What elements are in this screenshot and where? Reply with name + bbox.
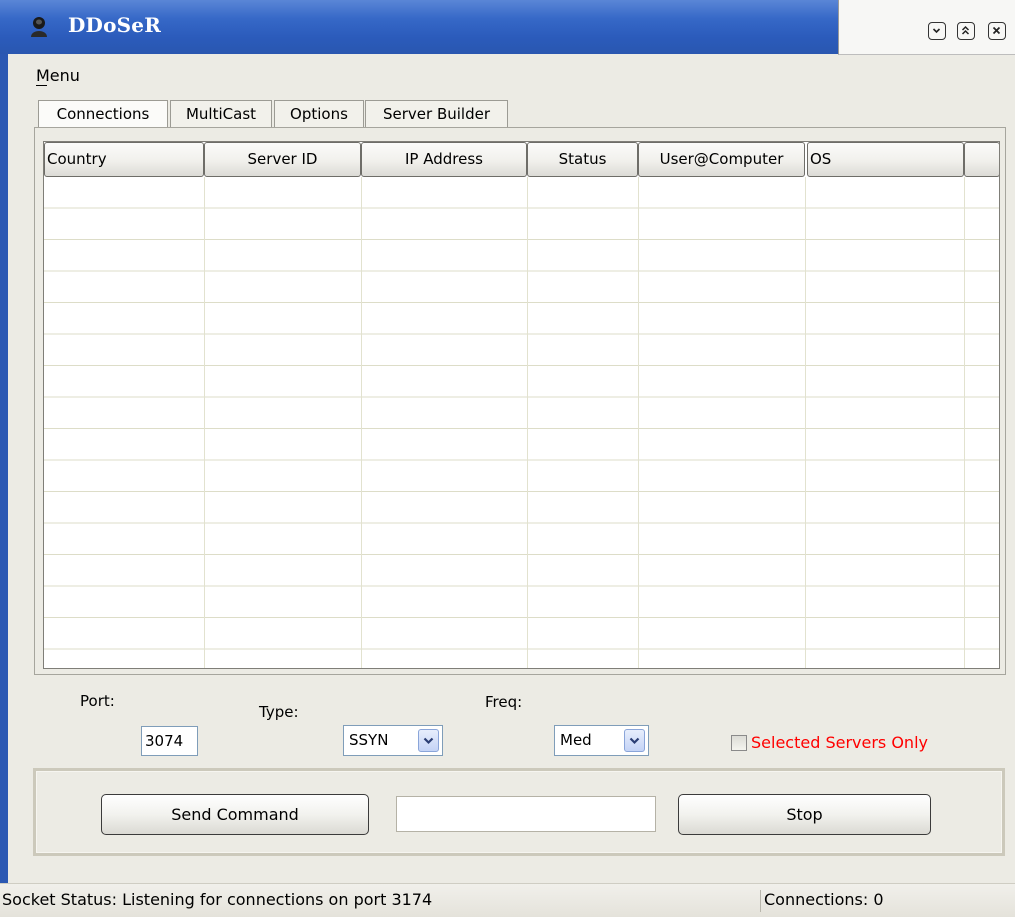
app-window: DDoSeR Menu Connections MultiCast Option… [0, 0, 1015, 917]
menu-bar: Menu [8, 54, 1015, 94]
column-header-os[interactable]: OS [807, 142, 964, 177]
grid-column-divider [361, 177, 362, 668]
port-label: Port: [80, 692, 115, 710]
tab-options[interactable]: Options [274, 100, 364, 128]
menu-item-menu[interactable]: Menu [36, 66, 80, 85]
connections-count-text: Connections: 0 [764, 890, 884, 909]
restore-icon [961, 25, 970, 35]
chevron-down-icon [423, 737, 434, 745]
maximize-button[interactable] [957, 22, 975, 40]
freq-select[interactable]: Med [554, 725, 649, 756]
freq-select-value: Med [560, 731, 592, 749]
freq-dropdown-button[interactable] [624, 729, 645, 752]
grid-column-divider [805, 177, 806, 668]
minimize-button[interactable] [928, 22, 946, 40]
freq-label: Freq: [485, 693, 523, 711]
tab-connections[interactable]: Connections [38, 100, 168, 130]
type-label: Type: [259, 703, 299, 721]
type-select-value: SSYN [349, 731, 389, 749]
tab-multicast[interactable]: MultiCast [170, 100, 272, 128]
column-header-country[interactable]: Country [44, 142, 204, 177]
type-select[interactable]: SSYN [343, 725, 443, 756]
title-bar[interactable]: DDoSeR [0, 0, 1015, 55]
column-header-server-id[interactable]: Server ID [204, 142, 361, 177]
app-icon [31, 17, 47, 37]
column-header-status[interactable]: Status [527, 142, 638, 177]
selected-servers-checkbox[interactable] [731, 735, 747, 751]
tab-server-builder[interactable]: Server Builder [365, 100, 508, 128]
column-header-extra[interactable] [964, 142, 999, 177]
minimize-icon [932, 28, 941, 34]
grid-header: Country Server ID IP Address Status User… [44, 142, 999, 177]
grid-column-divider [204, 177, 205, 668]
send-command-button[interactable]: Send Command [101, 794, 369, 835]
command-input[interactable] [396, 796, 656, 832]
type-dropdown-button[interactable] [418, 729, 439, 752]
connections-grid[interactable]: Country Server ID IP Address Status User… [43, 141, 1000, 669]
status-separator [760, 890, 761, 912]
grid-body[interactable] [44, 177, 999, 668]
stop-button[interactable]: Stop [678, 794, 931, 835]
column-header-user-computer[interactable]: User@Computer [638, 142, 805, 177]
grid-column-divider [964, 177, 965, 668]
socket-status-text: Socket Status: Listening for connections… [2, 890, 433, 909]
column-header-ip-address[interactable]: IP Address [361, 142, 527, 177]
close-button[interactable] [988, 22, 1006, 40]
menu-mnemonic-underline [36, 85, 47, 86]
status-bar: Socket Status: Listening for connections… [0, 883, 1015, 917]
grid-column-divider [527, 177, 528, 668]
window-title: DDoSeR [68, 13, 162, 37]
port-input[interactable]: 3074 [141, 726, 198, 756]
selected-servers-label[interactable]: Selected Servers Only [751, 733, 928, 752]
grid-column-divider [638, 177, 639, 668]
chevron-down-icon [629, 737, 640, 745]
close-icon [992, 26, 1001, 35]
